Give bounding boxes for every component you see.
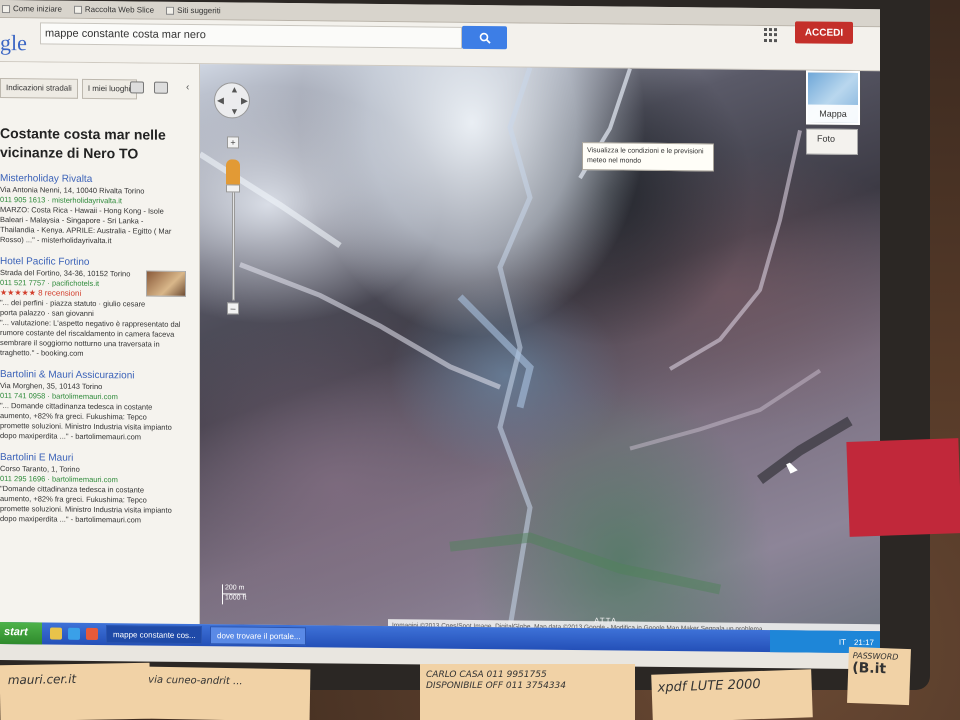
desk-note: CARLO CASA 011 9951755 DISPONIBILE OFF 0… — [420, 664, 635, 720]
search-button[interactable] — [462, 25, 507, 50]
scale-feet: 1000 ft — [222, 594, 252, 605]
results-panel: Indicazioni stradali I miei luoghi ‹ Cos… — [0, 62, 200, 625]
zoom-in-button[interactable]: + — [227, 136, 239, 149]
result-thumbnail[interactable] — [146, 270, 186, 297]
quick-launch-icon[interactable] — [86, 627, 98, 641]
zoom-slider-handle[interactable] — [226, 184, 240, 193]
note-line: CARLO CASA 011 9951755 — [426, 670, 547, 680]
result-line: Rosso) ..." - misterholidayrivalta.it — [0, 235, 112, 246]
signin-button[interactable]: ACCEDI — [795, 21, 853, 44]
favorite-label: Raccolta Web Slice — [84, 4, 155, 15]
pan-left-icon[interactable]: ◀ — [217, 95, 224, 106]
panel-tabs: Indicazioni stradali I miei luoghi — [0, 78, 137, 100]
desk-note: PASSWORD (B.it — [847, 646, 911, 706]
scale-meters: 200 m — [222, 584, 246, 595]
favorite-item[interactable]: Come iniziare — [2, 4, 62, 14]
clock[interactable]: 21:17 — [854, 637, 874, 646]
quick-launch-icon[interactable] — [68, 627, 80, 640]
taskbar-item[interactable]: dove trovare il portale... — [210, 626, 306, 646]
screen: Come iniziare Raccolta Web Slice Siti su… — [0, 0, 880, 670]
pan-up-icon[interactable]: ▲ — [230, 84, 239, 94]
favorite-item[interactable]: Raccolta Web Slice — [73, 4, 155, 15]
list-item[interactable]: Bartolini E Mauri Corso Taranto, 1, Tori… — [0, 451, 198, 526]
search-input[interactable]: mappe constante costa mar nero — [40, 22, 462, 49]
zoom-out-button[interactable]: – — [227, 302, 239, 315]
apps-grid-icon[interactable] — [764, 28, 778, 42]
satellite-map[interactable]: ▲ ◀ ▶ ▼ + – Visualizza le condizioni e l… — [200, 64, 880, 632]
note-line: (B.it — [851, 660, 887, 678]
street-view-pegman-icon[interactable] — [226, 159, 240, 186]
red-sticky-note — [846, 438, 960, 537]
desk-note: via cuneo-andrit ... — [139, 666, 311, 720]
desk-note: mauri.cer.it — [0, 662, 151, 720]
print-icon[interactable] — [130, 81, 144, 94]
tab-directions[interactable]: Indicazioni stradali — [0, 78, 78, 99]
result-line: dopo maxiperdita ..." - bartolimemauri.c… — [0, 514, 142, 525]
quick-launch — [50, 627, 98, 641]
photo-of-monitor: Come iniziare Raccolta Web Slice Siti su… — [0, 0, 960, 720]
link-icon[interactable] — [154, 81, 168, 94]
quick-launch-icon[interactable] — [50, 627, 62, 640]
note-line: DISPONIBILE OFF 011 3754334 — [426, 681, 567, 691]
search-icon — [479, 32, 491, 44]
taskbar-item[interactable]: mappe constante cos... — [106, 625, 202, 645]
list-item[interactable]: Bartolini & Mauri Assicurazioni Via Morg… — [0, 368, 198, 443]
google-logo[interactable]: gle — [0, 30, 27, 56]
list-item[interactable]: Misterholiday Rivalta Via Antonia Nenni,… — [0, 172, 198, 247]
map-type-label[interactable]: Mappa — [806, 104, 860, 124]
terrain-texture — [200, 66, 853, 628]
start-button[interactable]: start — [0, 622, 42, 645]
map-scale: 200 m 1000 ft — [222, 584, 282, 609]
panel-tools — [130, 81, 168, 94]
weather-tooltip: Visualizza le condizioni e le previsioni… — [582, 142, 714, 172]
language-indicator[interactable]: IT — [839, 637, 846, 646]
favorite-icon — [2, 4, 10, 13]
favorite-label: Come iniziare — [13, 4, 62, 14]
list-item[interactable]: Hotel Pacific Fortino Strada del Fortino… — [0, 255, 198, 360]
result-line: dopo maxiperdita ..." - bartolimemauri.c… — [0, 431, 142, 442]
results-title: Costante costa mar nelle vicinanze di Ne… — [0, 125, 166, 162]
tab-my-places[interactable]: I miei luoghi — [81, 78, 137, 100]
background-shelf — [930, 0, 960, 440]
results-list: Misterholiday Rivalta Via Antonia Nenni,… — [0, 172, 198, 536]
zoom-slider[interactable] — [232, 190, 235, 301]
favorite-icon — [166, 6, 175, 15]
result-line: traghetto." - booking.com — [0, 348, 84, 358]
pan-control[interactable]: ▲ ◀ ▶ ▼ — [214, 82, 250, 119]
favorite-icon — [73, 5, 82, 14]
photo-layer-button[interactable]: Foto — [806, 128, 858, 155]
favorite-item[interactable]: Siti suggeriti — [166, 5, 221, 16]
pan-down-icon[interactable]: ▼ — [230, 106, 239, 116]
collapse-panel-icon[interactable]: ‹ — [186, 82, 189, 93]
favorite-label: Siti suggeriti — [177, 5, 221, 16]
pan-right-icon[interactable]: ▶ — [241, 96, 248, 107]
desk-note: xpdf LUTE 2000 — [651, 669, 813, 720]
